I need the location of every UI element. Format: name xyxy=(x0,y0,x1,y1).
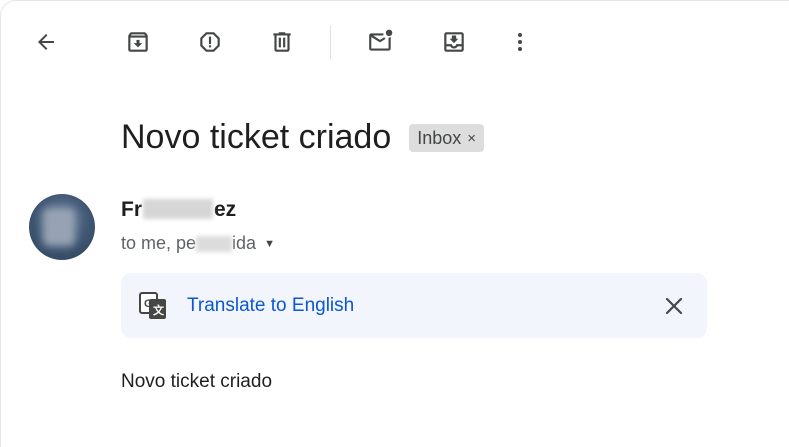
translate-link[interactable]: Translate to English xyxy=(187,295,354,317)
report-spam-icon xyxy=(200,32,220,52)
archive-icon xyxy=(128,32,148,52)
recipients-details[interactable]: to me, pe ida ▼ xyxy=(121,233,275,254)
move-to-inbox-icon xyxy=(444,32,464,52)
toolbar-divider xyxy=(330,25,331,59)
sender-name-end: ez xyxy=(214,198,237,221)
remove-label-icon[interactable]: × xyxy=(467,130,476,147)
report-spam-button[interactable] xyxy=(190,22,230,62)
recipients-prefix: to me, pe xyxy=(121,233,197,253)
translate-icon: G 文 xyxy=(139,292,167,325)
mark-unread-button[interactable] xyxy=(361,22,401,62)
sender-name[interactable]: Fr ez xyxy=(121,198,236,222)
close-icon xyxy=(665,297,683,315)
svg-text:G: G xyxy=(144,298,153,310)
mark-unread-icon xyxy=(369,29,393,51)
back-button[interactable] xyxy=(26,22,66,62)
delete-button[interactable] xyxy=(262,22,302,62)
archive-button[interactable] xyxy=(118,22,158,62)
label-text: Inbox xyxy=(417,127,462,148)
close-translate-button[interactable] xyxy=(661,293,687,319)
email-body: Novo ticket criado xyxy=(121,371,273,392)
redacted-block xyxy=(143,199,213,219)
sender-name-start: Fr xyxy=(121,198,142,221)
subject-row: Novo ticket criado Inbox × xyxy=(121,115,485,159)
more-options-button[interactable] xyxy=(500,22,540,62)
more-vertical-icon xyxy=(518,33,522,51)
inbox-label-chip[interactable]: Inbox × xyxy=(409,124,485,152)
redacted-block xyxy=(196,235,233,252)
email-subject: Novo ticket criado xyxy=(121,118,392,156)
translate-banner: G 文 Translate to English xyxy=(121,273,707,338)
email-view: Novo ticket criado Inbox × Fr ez to me, p… xyxy=(0,0,789,447)
recipients-suffix: ida xyxy=(232,233,257,253)
svg-text:文: 文 xyxy=(153,303,165,317)
delete-icon xyxy=(273,32,291,52)
toolbar xyxy=(1,1,789,85)
caret-down-icon[interactable]: ▼ xyxy=(264,238,275,250)
avatar-blur xyxy=(43,208,75,246)
sender-avatar[interactable] xyxy=(29,194,95,260)
back-arrow-icon xyxy=(38,34,54,50)
move-to-button[interactable] xyxy=(434,22,474,62)
